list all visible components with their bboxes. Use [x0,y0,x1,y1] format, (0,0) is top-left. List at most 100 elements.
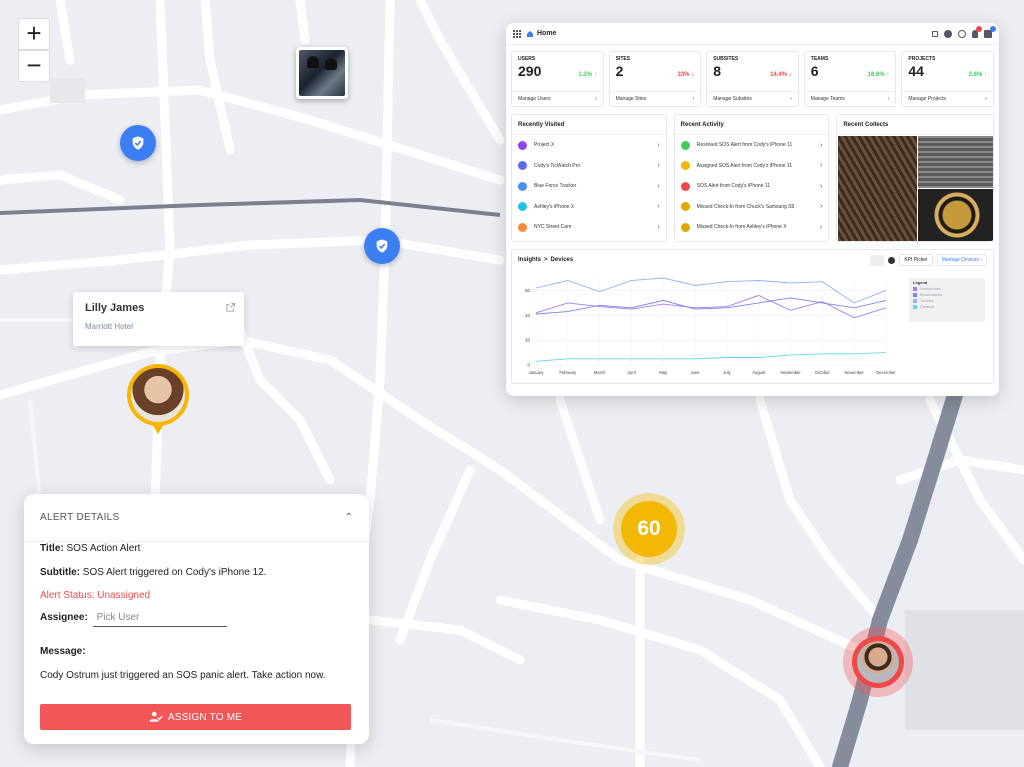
sos-avatar-marker[interactable] [843,627,913,697]
y-tick-label: 40 [525,313,531,318]
recent-activity-item[interactable]: Missed Check-In from Chuck's Samsung S9 › [675,197,829,218]
legend-swatch [913,293,917,297]
avatar [857,641,899,683]
person-name: Lilly James [85,302,145,314]
kpi-link-label: Manage Sites [615,96,647,102]
recently-visited-item[interactable]: Cody's TicWatch Pro › [512,156,666,177]
chevron-right-icon: › [692,96,695,102]
series-line-cameras [535,352,887,362]
breadcrumb-root[interactable]: Insights [518,257,541,263]
collect-photo[interactable] [918,136,994,188]
dashboard-panel: Home USERS 290 1.2% ↑ Manage Users › SITE… [506,23,999,396]
external-link-icon[interactable] [225,302,236,313]
y-tick-label: 60 [525,288,531,293]
recent-activity-item-icon [680,181,690,191]
x-tick-label: August [752,370,766,375]
kpi-link-label: Manage Teams [810,96,845,102]
legend-label: Smartphones [920,287,941,291]
kpi-label: PROJECTS [908,56,936,62]
manage-sites-link[interactable]: Manage Sites › [609,91,701,106]
pie-chart-toggle-icon[interactable] [888,256,896,264]
recently-visited-item[interactable]: Blue Force Tracker › [512,176,666,197]
assignee-input[interactable]: Pick User [92,612,227,627]
x-tick-label: January [529,370,545,375]
assign-to-me-button[interactable]: ASSIGN TO ME [40,704,351,730]
shield-marker[interactable] [364,228,400,264]
shield-check-icon [376,239,388,253]
shield-marker[interactable] [120,125,156,161]
legend-item[interactable]: Smartwatches [913,293,981,297]
list-item-label: Cody's TicWatch Pro [534,162,581,169]
manage-devices-button[interactable]: Manage Devices › [936,254,987,266]
series-line-smartphones [535,294,887,319]
collect-photo[interactable] [838,136,918,241]
legend-label: Smartwatches [920,293,943,297]
bell-icon[interactable] [972,25,982,38]
kpi-card-users: USERS 290 1.2% ↑ Manage Users › [511,51,604,107]
message-label-row: Message: [40,646,86,657]
x-tick-label: October [815,370,831,375]
x-tick-label: April [627,370,635,375]
devices-line-chart: 0 20 40 60 January February March April May June J… [525,277,896,375]
legend-item[interactable]: Smartphones [913,287,981,291]
notification-badge [976,25,982,32]
alert-status-row: Alert Status: Unassigned [40,590,150,601]
manage-teams-link[interactable]: Manage Teams › [804,91,896,106]
y-tick-label: 20 [525,338,531,343]
cluster-marker[interactable]: 60 [613,493,685,565]
zoom-in-button[interactable]: + [18,18,50,50]
legend-item[interactable]: Trackers [913,299,981,303]
recently-visited-item[interactable]: Project X › [512,135,666,156]
camera-photo-marker[interactable] [296,47,348,99]
alert-title-row: Title: SOS Action Alert [40,543,140,554]
user-avatar-marker[interactable] [127,364,189,434]
manage-subsites-link[interactable]: Manage Subsites › [707,91,798,106]
alert-subtitle-row: Subtitle: SOS Alert triggered on Cody's … [40,567,266,578]
help-icon[interactable] [944,29,952,38]
zoom-out-button[interactable]: − [18,50,50,82]
x-tick-label: June [691,370,701,375]
recently-visited-item-icon [518,181,527,191]
apps-grid-icon[interactable] [513,29,521,38]
kpi-picker-button[interactable]: KPI Picker [899,254,933,266]
fullscreen-icon[interactable] [932,30,938,37]
recent-activity-item-icon [680,202,690,212]
list-item-label: Resolved SOS Alert from Cody's iPhone 11 [696,142,793,149]
chevron-right-icon: › [657,162,660,170]
profile-icon[interactable] [958,29,966,38]
manage-users-link[interactable]: Manage Users › [512,91,603,106]
kpi-link-label: Manage Users [518,96,551,102]
recently-visited-item[interactable]: Ashley's iPhone X › [512,197,666,218]
alert-assignee-row: Assignee: Pick User [40,612,227,627]
recent-activity-item[interactable]: Missed Check-In from Ashley's iPhone X › [675,217,829,238]
alert-panel-heading: ALERT DETAILS [40,512,120,523]
collect-photo[interactable] [918,189,994,241]
person-info-card[interactable]: Lilly James Marriott Hotel [73,292,244,346]
chevron-up-icon[interactable]: ⌃ [345,512,353,523]
list-item-label: NYC Street Cam [534,224,572,231]
chart-legend: Legend Smartphones Smartwatches Trackers Ca… [909,278,985,322]
recent-activity-item[interactable]: Resolved SOS Alert from Cody's iPhone 11… [675,135,829,156]
legend-swatch [913,299,917,303]
kpi-card-sites: SITES 2 33% ↓ Manage Sites › [608,51,702,107]
recently-visited-item[interactable]: NYC Street Cam › [512,217,666,238]
recent-activity-card: Recent Activity Resolved SOS Alert from … [673,114,830,242]
chat-icon[interactable] [984,25,996,38]
card-title: Recently Visited [512,115,666,135]
recently-visited-item-icon [518,161,527,171]
line-chart-toggle-icon[interactable] [870,254,885,266]
chevron-right-icon: › [820,162,823,170]
message-badge [990,25,996,32]
recent-activity-item[interactable]: Assigned SOS Alert from Cody's iPhone 11… [675,156,829,177]
recent-activity-item[interactable]: SOS Alert from Cody's iPhone 11 › [675,176,829,197]
manage-projects-link[interactable]: Manage Projects › [902,91,993,106]
recent-activity-item-icon [680,222,690,232]
kpi-change: 16.6% ↑ [867,72,890,78]
legend-item[interactable]: Cameras [913,305,981,309]
avatar [131,368,185,422]
user-check-icon [149,711,163,722]
shield-check-icon [132,136,144,150]
alert-status-value: Unassigned [97,590,151,601]
kpi-change: 33% ↓ [677,72,695,78]
card-title: Recent Activity [674,115,829,135]
